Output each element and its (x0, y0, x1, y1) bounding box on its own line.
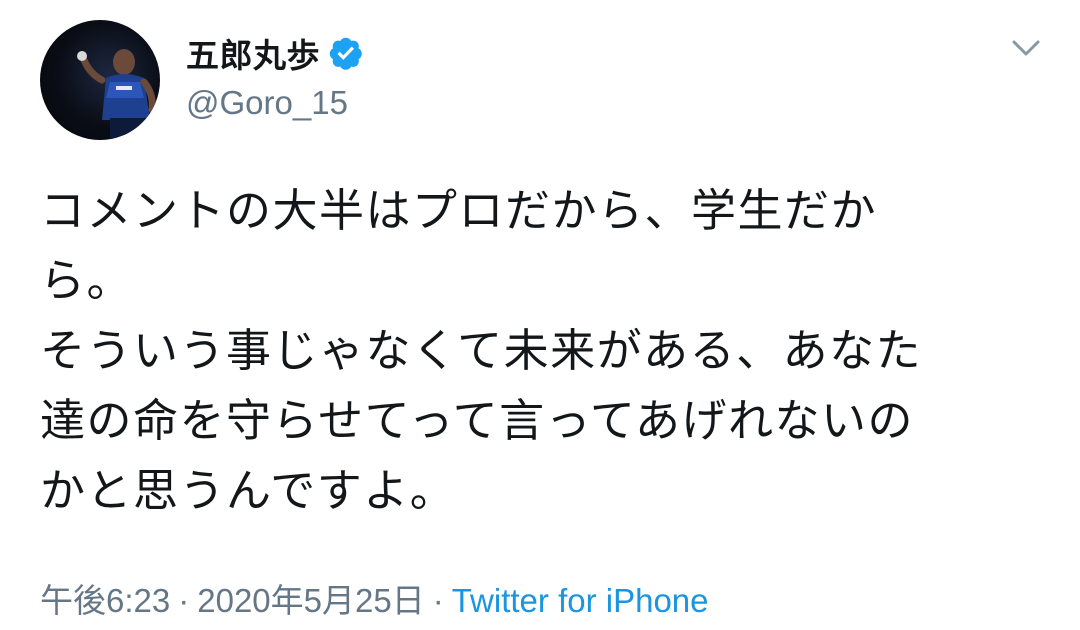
avatar[interactable] (40, 20, 160, 140)
tweet-meta: 午後6:23 · 2020年5月25日 · Twitter for iPhone (40, 574, 709, 622)
user-handle[interactable]: @Goro_15 (186, 84, 364, 122)
tweet-text-line: コメントの大半はプロだから、学生だか (40, 184, 878, 237)
display-name[interactable]: 五郎丸歩 (186, 29, 320, 77)
tweet-header: 五郎丸歩 @Goro_15 (186, 28, 364, 122)
tweet-text-line: 達の命を守らせてって言ってあげれないの (40, 394, 915, 447)
meta-separator: · (178, 582, 190, 619)
tweet-card: 五郎丸歩 @Goro_15 コメントの大半はプロだから、学生だか ら。 そういう… (0, 0, 1080, 630)
tweet-source-link[interactable]: Twitter for iPhone (452, 582, 709, 619)
verified-badge-icon (329, 37, 362, 70)
tweet-text-line: かと思うんですよ。 (40, 464, 457, 517)
display-name-row: 五郎丸歩 (186, 28, 364, 78)
tweet-text-line: ら。 (40, 254, 134, 307)
tweet-text: コメントの大半はプロだから、学生だか ら。 そういう事じゃなくて未来がある、あな… (40, 176, 1050, 526)
tweet-date[interactable]: 2020年5月25日 (197, 582, 424, 619)
tweet-time[interactable]: 午後6:23 (40, 582, 170, 619)
tweet-text-line: そういう事じゃなくて未来がある、あなた (40, 324, 923, 377)
chevron-down-icon[interactable] (1008, 36, 1044, 60)
avatar-image (77, 49, 156, 140)
meta-separator: · (432, 582, 444, 619)
